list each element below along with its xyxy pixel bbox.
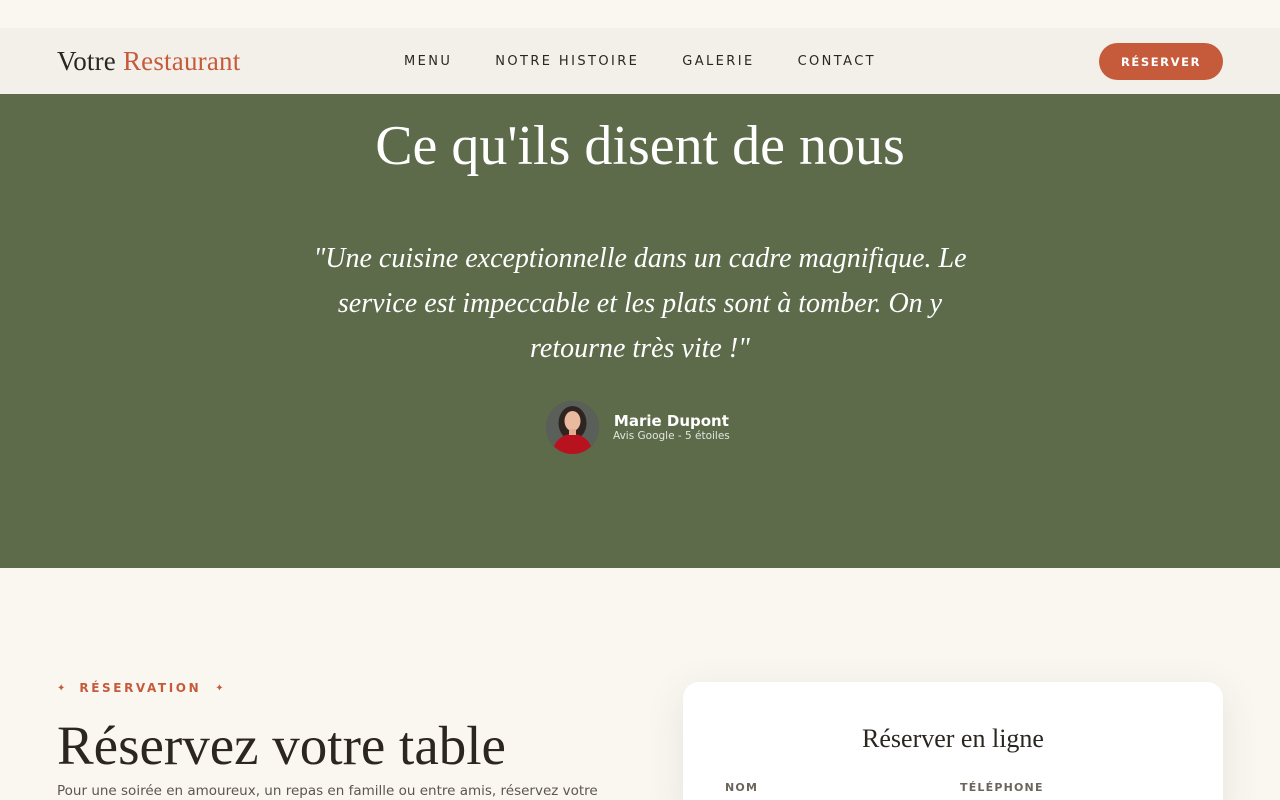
reservation-title: Réservez votre table [57,715,506,776]
logo[interactable]: Votre Restaurant [57,46,357,77]
testimonials-section: Ce qu'ils disent de nous "Une cuisine ex… [0,94,1280,568]
author-photo [546,401,599,454]
sparkle-icon: ✦ [57,682,66,694]
testimonial-quote: "Une cuisine exceptionnelle dans un cadr… [313,243,967,364]
reservation-kicker: ✦ RÉSERVATION ✦ [57,681,224,695]
sparkle-icon: ✦ [215,682,224,694]
nav-link-menu[interactable]: MENU [404,54,452,69]
name-field-label: NOM [725,781,759,794]
logo-accent-text: Restaurant [122,45,241,76]
logo-text: Votre [57,45,116,76]
reservation-kicker-label: RÉSERVATION [79,681,202,695]
nav-link-contact[interactable]: CONTACT [798,54,876,69]
author-name: Marie Dupont [613,412,729,430]
site-header: Votre Restaurant MENU NOTRE HISTOIRE GAL… [0,28,1280,94]
form-title: Réserver en ligne [862,724,1044,753]
testimonial-author: Marie Dupont Avis Google - 5 étoiles [546,401,730,454]
nav-link-notre-histoire[interactable]: NOTRE HISTOIRE [495,54,639,69]
reservation-description: Pour une soirée en amoureux, un repas en… [57,783,598,799]
reserve-button[interactable]: RÉSERVER [1099,43,1223,80]
author-source: Avis Google - 5 étoiles [613,430,730,442]
testimonials-title: Ce qu'ils disent de nous [375,115,905,177]
nav-link-galerie[interactable]: GALERIE [682,54,754,69]
author-info: Marie Dupont Avis Google - 5 étoiles [613,412,730,443]
reservation-form-card: Réserver en ligne NOM TÉLÉPHONE [683,682,1223,800]
phone-field-label: TÉLÉPHONE [960,781,1044,794]
avatar [546,401,599,454]
